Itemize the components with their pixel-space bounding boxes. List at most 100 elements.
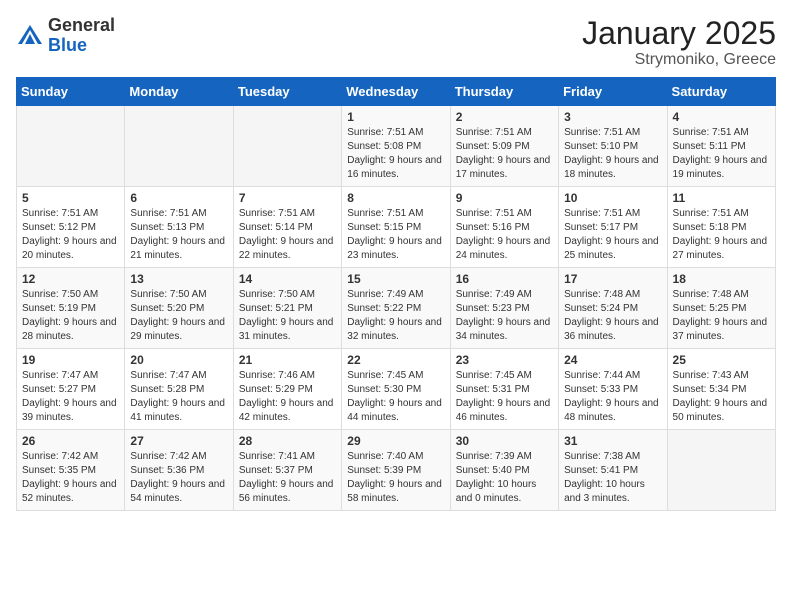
day-number: 24 (564, 353, 661, 367)
calendar-cell: 13 Sunrise: 7:50 AM Sunset: 5:20 PM Dayli… (125, 268, 233, 349)
title-block: January 2025 Strymoniko, Greece (582, 16, 776, 69)
day-number: 26 (22, 434, 119, 448)
calendar-cell: 15 Sunrise: 7:49 AM Sunset: 5:22 PM Dayli… (342, 268, 450, 349)
day-number: 28 (239, 434, 336, 448)
week-row-4: 19Sunrise: 7:47 AM Sunset: 5:27 PM Dayli… (17, 349, 776, 430)
calendar-cell: 14Sunrise: 7:50 AM Sunset: 5:21 PM Dayli… (233, 268, 341, 349)
weekday-header-saturday: Saturday (667, 78, 775, 106)
day-number: 9 (456, 191, 553, 205)
cell-info: Sunrise: 7:49 AM Sunset: 5:23 PM Dayligh… (456, 288, 553, 344)
calendar-cell: 30Sunrise: 7:39 AM Sunset: 5:40 PM Dayli… (450, 430, 558, 511)
cell-info: Sunrise: 7:51 AM Sunset: 5:14 PM Dayligh… (239, 207, 336, 263)
calendar-cell: 18 Sunrise: 7:48 AM Sunset: 5:25 PM Dayli… (667, 268, 775, 349)
day-number: 5 (22, 191, 119, 205)
cell-info: Sunrise: 7:42 AM Sunset: 5:35 PM Dayligh… (22, 450, 119, 506)
calendar-cell: 9Sunrise: 7:51 AM Sunset: 5:16 PM Daylig… (450, 187, 558, 268)
calendar-cell: 24 Sunrise: 7:44 AM Sunset: 5:33 PM Dayli… (559, 349, 667, 430)
cell-info: Sunrise: 7:51 AM Sunset: 5:10 PM Dayligh… (564, 126, 661, 182)
cell-info: Sunrise: 7:51 AM Sunset: 5:13 PM Dayligh… (130, 207, 227, 263)
cell-info: Sunrise: 7:49 AM Sunset: 5:22 PM Dayligh… (347, 288, 444, 344)
calendar-cell: 7 Sunrise: 7:51 AM Sunset: 5:14 PM Daylig… (233, 187, 341, 268)
cell-info: Sunrise: 7:50 AM Sunset: 5:21 PM Dayligh… (239, 288, 336, 344)
logo-blue: Blue (48, 35, 87, 55)
calendar-cell: 27 Sunrise: 7:42 AM Sunset: 5:36 PM Dayli… (125, 430, 233, 511)
calendar-cell (233, 106, 341, 187)
cell-info: Sunrise: 7:45 AM Sunset: 5:31 PM Dayligh… (456, 369, 553, 425)
logo-general: General (48, 15, 115, 35)
logo-text: General Blue (48, 16, 115, 56)
calendar-cell: 1Sunrise: 7:51 AM Sunset: 5:08 PM Daylig… (342, 106, 450, 187)
day-number: 25 (673, 353, 770, 367)
day-number: 16 (456, 272, 553, 286)
cell-info: Sunrise: 7:51 AM Sunset: 5:18 PM Dayligh… (673, 207, 770, 263)
day-number: 4 (673, 110, 770, 124)
weekday-header-row: SundayMondayTuesdayWednesdayThursdayFrid… (17, 78, 776, 106)
logo-icon (16, 22, 44, 50)
calendar-cell: 19Sunrise: 7:47 AM Sunset: 5:27 PM Dayli… (17, 349, 125, 430)
cell-info: Sunrise: 7:51 AM Sunset: 5:11 PM Dayligh… (673, 126, 770, 182)
day-number: 8 (347, 191, 444, 205)
cell-info: Sunrise: 7:51 AM Sunset: 5:09 PM Dayligh… (456, 126, 553, 182)
calendar-cell (17, 106, 125, 187)
day-number: 20 (130, 353, 227, 367)
weekday-header-friday: Friday (559, 78, 667, 106)
day-number: 3 (564, 110, 661, 124)
cell-info: Sunrise: 7:45 AM Sunset: 5:30 PM Dayligh… (347, 369, 444, 425)
calendar-cell (667, 430, 775, 511)
calendar-table: SundayMondayTuesdayWednesdayThursdayFrid… (16, 77, 776, 511)
day-number: 1 (347, 110, 444, 124)
month-title: January 2025 (582, 16, 776, 51)
calendar-cell: 22 Sunrise: 7:45 AM Sunset: 5:30 PM Dayli… (342, 349, 450, 430)
page-header: General Blue January 2025 Strymoniko, Gr… (16, 16, 776, 69)
calendar-cell: 21Sunrise: 7:46 AM Sunset: 5:29 PM Dayli… (233, 349, 341, 430)
cell-info: Sunrise: 7:43 AM Sunset: 5:34 PM Dayligh… (673, 369, 770, 425)
day-number: 27 (130, 434, 227, 448)
location-title: Strymoniko, Greece (582, 51, 776, 69)
day-number: 12 (22, 272, 119, 286)
cell-info: Sunrise: 7:44 AM Sunset: 5:33 PM Dayligh… (564, 369, 661, 425)
weekday-header-sunday: Sunday (17, 78, 125, 106)
cell-info: Sunrise: 7:40 AM Sunset: 5:39 PM Dayligh… (347, 450, 444, 506)
week-row-3: 12 Sunrise: 7:50 AM Sunset: 5:19 PM Dayli… (17, 268, 776, 349)
day-number: 31 (564, 434, 661, 448)
day-number: 13 (130, 272, 227, 286)
cell-info: Sunrise: 7:41 AM Sunset: 5:37 PM Dayligh… (239, 450, 336, 506)
calendar-cell: 25 Sunrise: 7:43 AM Sunset: 5:34 PM Dayli… (667, 349, 775, 430)
calendar-cell: 12 Sunrise: 7:50 AM Sunset: 5:19 PM Dayli… (17, 268, 125, 349)
week-row-1: 1Sunrise: 7:51 AM Sunset: 5:08 PM Daylig… (17, 106, 776, 187)
day-number: 15 (347, 272, 444, 286)
calendar-cell: 5Sunrise: 7:51 AM Sunset: 5:12 PM Daylig… (17, 187, 125, 268)
weekday-header-wednesday: Wednesday (342, 78, 450, 106)
cell-info: Sunrise: 7:46 AM Sunset: 5:29 PM Dayligh… (239, 369, 336, 425)
weekday-header-monday: Monday (125, 78, 233, 106)
day-number: 11 (673, 191, 770, 205)
calendar-cell: 10Sunrise: 7:51 AM Sunset: 5:17 PM Dayli… (559, 187, 667, 268)
calendar-cell: 2 Sunrise: 7:51 AM Sunset: 5:09 PM Daylig… (450, 106, 558, 187)
day-number: 19 (22, 353, 119, 367)
calendar-cell: 3 Sunrise: 7:51 AM Sunset: 5:10 PM Daylig… (559, 106, 667, 187)
calendar-cell: 28 Sunrise: 7:41 AM Sunset: 5:37 PM Dayli… (233, 430, 341, 511)
calendar-cell: 17Sunrise: 7:48 AM Sunset: 5:24 PM Dayli… (559, 268, 667, 349)
cell-info: Sunrise: 7:47 AM Sunset: 5:28 PM Dayligh… (130, 369, 227, 425)
cell-info: Sunrise: 7:50 AM Sunset: 5:20 PM Dayligh… (130, 288, 227, 344)
cell-info: Sunrise: 7:39 AM Sunset: 5:40 PM Dayligh… (456, 450, 553, 506)
calendar-cell: 11 Sunrise: 7:51 AM Sunset: 5:18 PM Dayli… (667, 187, 775, 268)
calendar-cell: 8 Sunrise: 7:51 AM Sunset: 5:15 PM Daylig… (342, 187, 450, 268)
calendar-cell: 16 Sunrise: 7:49 AM Sunset: 5:23 PM Dayli… (450, 268, 558, 349)
cell-info: Sunrise: 7:48 AM Sunset: 5:25 PM Dayligh… (673, 288, 770, 344)
logo: General Blue (16, 16, 115, 56)
day-number: 7 (239, 191, 336, 205)
day-number: 29 (347, 434, 444, 448)
week-row-2: 5Sunrise: 7:51 AM Sunset: 5:12 PM Daylig… (17, 187, 776, 268)
calendar-cell: 6Sunrise: 7:51 AM Sunset: 5:13 PM Daylig… (125, 187, 233, 268)
cell-info: Sunrise: 7:50 AM Sunset: 5:19 PM Dayligh… (22, 288, 119, 344)
cell-info: Sunrise: 7:42 AM Sunset: 5:36 PM Dayligh… (130, 450, 227, 506)
calendar-cell (125, 106, 233, 187)
day-number: 22 (347, 353, 444, 367)
calendar-cell: 20 Sunrise: 7:47 AM Sunset: 5:28 PM Dayli… (125, 349, 233, 430)
cell-info: Sunrise: 7:38 AM Sunset: 5:41 PM Dayligh… (564, 450, 661, 506)
day-number: 18 (673, 272, 770, 286)
day-number: 23 (456, 353, 553, 367)
day-number: 2 (456, 110, 553, 124)
cell-info: Sunrise: 7:51 AM Sunset: 5:15 PM Dayligh… (347, 207, 444, 263)
